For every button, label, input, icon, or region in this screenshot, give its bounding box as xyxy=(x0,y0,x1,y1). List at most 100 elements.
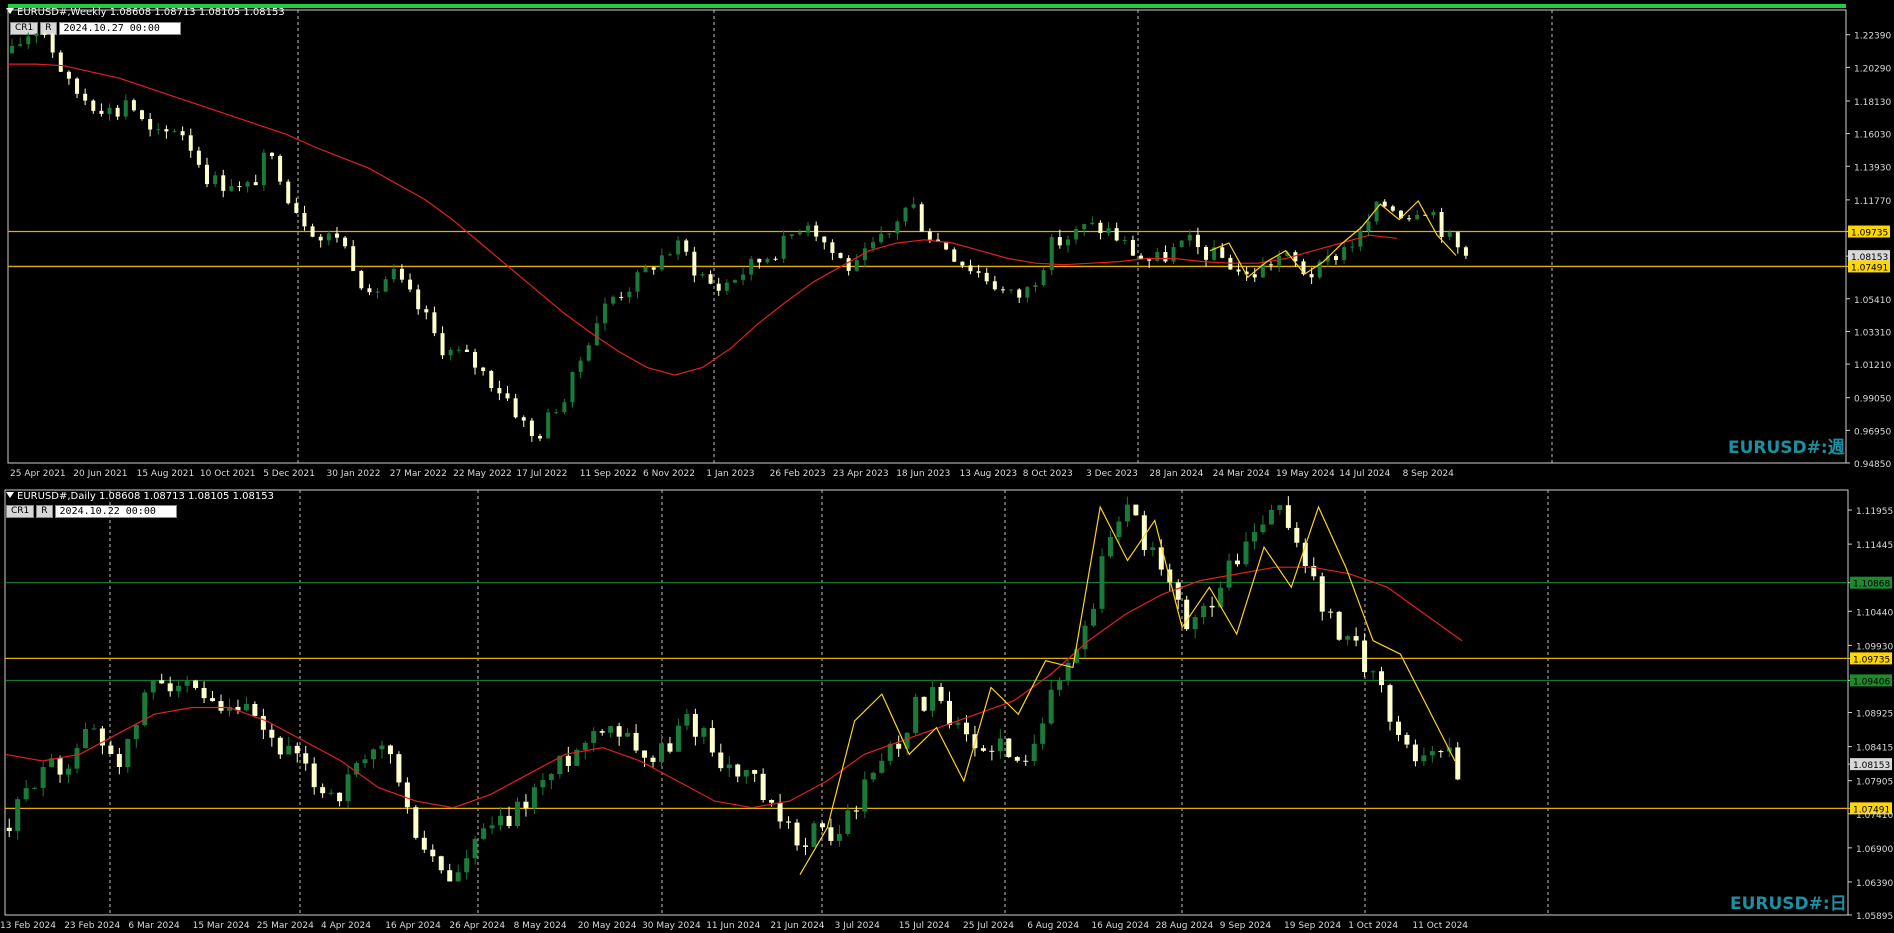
bullish-candle xyxy=(1277,255,1282,266)
bullish-candle xyxy=(66,768,72,775)
bearish-candle xyxy=(599,731,605,733)
bearish-candle xyxy=(565,755,571,766)
bearish-candle xyxy=(1333,256,1338,260)
bearish-candle xyxy=(167,683,173,692)
bearish-candle xyxy=(752,770,758,774)
bearish-candle xyxy=(116,754,122,767)
bullish-candle xyxy=(1268,509,1274,525)
bullish-candle xyxy=(125,738,131,767)
bearish-candle xyxy=(399,268,404,280)
bearish-candle xyxy=(277,737,283,755)
bullish-candle xyxy=(1201,605,1207,618)
bearish-candle xyxy=(651,267,656,270)
bullish-candle xyxy=(1277,505,1283,510)
bearish-candle xyxy=(735,764,741,777)
y-tick-label: 1.07905 xyxy=(1856,778,1893,788)
bullish-candle xyxy=(375,291,380,293)
bullish-candle xyxy=(749,258,754,275)
bearish-candle xyxy=(269,152,274,157)
x-tick-label: 4 Apr 2024 xyxy=(321,921,371,931)
x-tick-label: 24 Mar 2024 xyxy=(1213,469,1270,479)
bearish-candle xyxy=(218,701,224,711)
x-tick-label: 13 Aug 2023 xyxy=(960,469,1018,479)
bullish-candle xyxy=(326,233,331,241)
bearish-candle xyxy=(424,309,429,313)
bearish-candle xyxy=(91,100,96,111)
bearish-candle xyxy=(786,821,792,823)
x-tick-label: 15 Aug 2021 xyxy=(137,469,195,479)
bearish-candle xyxy=(921,696,927,711)
bearish-candle xyxy=(667,743,673,752)
bullish-candle xyxy=(1243,541,1249,565)
y-tick-label: 1.07410 xyxy=(1856,811,1893,821)
bearish-candle xyxy=(1285,505,1291,528)
y-tick-label: 1.11955 xyxy=(1856,507,1893,517)
bullish-candle xyxy=(658,743,664,762)
bullish-candle xyxy=(1342,247,1347,260)
bullish-candle xyxy=(732,279,737,283)
bullish-candle xyxy=(1124,504,1130,522)
bullish-candle xyxy=(391,268,396,280)
bearish-candle xyxy=(1209,605,1215,608)
bullish-candle xyxy=(15,799,21,831)
x-tick-label: 25 Apr 2021 xyxy=(10,469,66,479)
y-tick-label: 1.11445 xyxy=(1856,541,1893,551)
bearish-candle xyxy=(464,349,469,352)
bearish-candle xyxy=(718,752,724,769)
bearish-candle xyxy=(822,236,827,243)
x-tick-label: 23 Apr 2023 xyxy=(833,469,889,479)
x-tick-label: 20 May 2024 xyxy=(578,921,637,931)
bullish-candle xyxy=(582,742,588,750)
y-tick-label: 1.08925 xyxy=(1856,710,1893,720)
price-label-text: 1.09735 xyxy=(1851,229,1888,239)
bearish-candle xyxy=(310,226,315,237)
bearish-candle xyxy=(408,279,413,290)
weekly-chart-canvas[interactable]: 1.22390 1.20290 1.18130 1.16030 1.13930 1.117… xyxy=(0,0,1894,485)
chart-frame xyxy=(7,9,1847,464)
bullish-candle xyxy=(635,272,640,292)
bullish-candle xyxy=(887,743,893,761)
bearish-candle xyxy=(387,745,393,755)
bullish-candle xyxy=(172,131,177,133)
bearish-candle xyxy=(481,367,486,371)
bearish-candle xyxy=(413,807,419,838)
bearish-candle xyxy=(1163,252,1168,262)
bearish-candle xyxy=(938,687,944,701)
bullish-candle xyxy=(91,728,97,730)
bearish-candle xyxy=(968,265,973,272)
bullish-candle xyxy=(871,242,876,249)
weekly-chart-pane[interactable]: EURUSD#,Weekly 1.08608 1.08713 1.08105 1… xyxy=(0,0,1894,485)
bearish-candle xyxy=(252,703,258,716)
bullish-candle xyxy=(1025,287,1030,298)
bullish-candle xyxy=(726,764,732,769)
bearish-candle xyxy=(1382,201,1387,207)
moving-average-line xyxy=(8,63,1397,376)
bullish-candle xyxy=(1251,532,1257,542)
bullish-candle xyxy=(997,738,1003,751)
bearish-candle xyxy=(334,233,339,238)
bullish-candle xyxy=(955,722,961,725)
x-tick-label: 6 Nov 2022 xyxy=(643,469,695,479)
bearish-candle xyxy=(529,420,534,437)
bearish-candle xyxy=(980,748,986,751)
bearish-candle xyxy=(497,388,502,394)
bullish-candle xyxy=(643,267,648,273)
y-tick-label: 1.13930 xyxy=(1854,163,1891,173)
zigzag-indicator-line xyxy=(1209,200,1457,279)
x-tick-label: 11 Oct 2024 xyxy=(1412,921,1468,931)
bullish-candle xyxy=(1099,556,1105,609)
bearish-candle xyxy=(777,802,783,822)
y-tick-label: 1.03310 xyxy=(1854,328,1891,338)
x-tick-label: 14 Jul 2024 xyxy=(1339,469,1390,479)
bullish-candle xyxy=(245,182,250,187)
bullish-candle xyxy=(930,687,936,711)
daily-chart-canvas[interactable]: 1.11955 1.11445 1.10868 1.10440 1.09930 1.097… xyxy=(0,485,1894,933)
bearish-candle xyxy=(66,71,71,79)
bearish-candle xyxy=(193,680,199,688)
bearish-candle xyxy=(1404,734,1410,745)
daily-chart-pane[interactable]: EURUSD#,Daily 1.08608 1.08713 1.08105 1.… xyxy=(0,485,1894,933)
bullish-candle xyxy=(625,732,631,737)
bearish-candle xyxy=(294,745,300,754)
x-tick-label: 25 Mar 2024 xyxy=(257,921,314,931)
bearish-candle xyxy=(1098,222,1103,234)
